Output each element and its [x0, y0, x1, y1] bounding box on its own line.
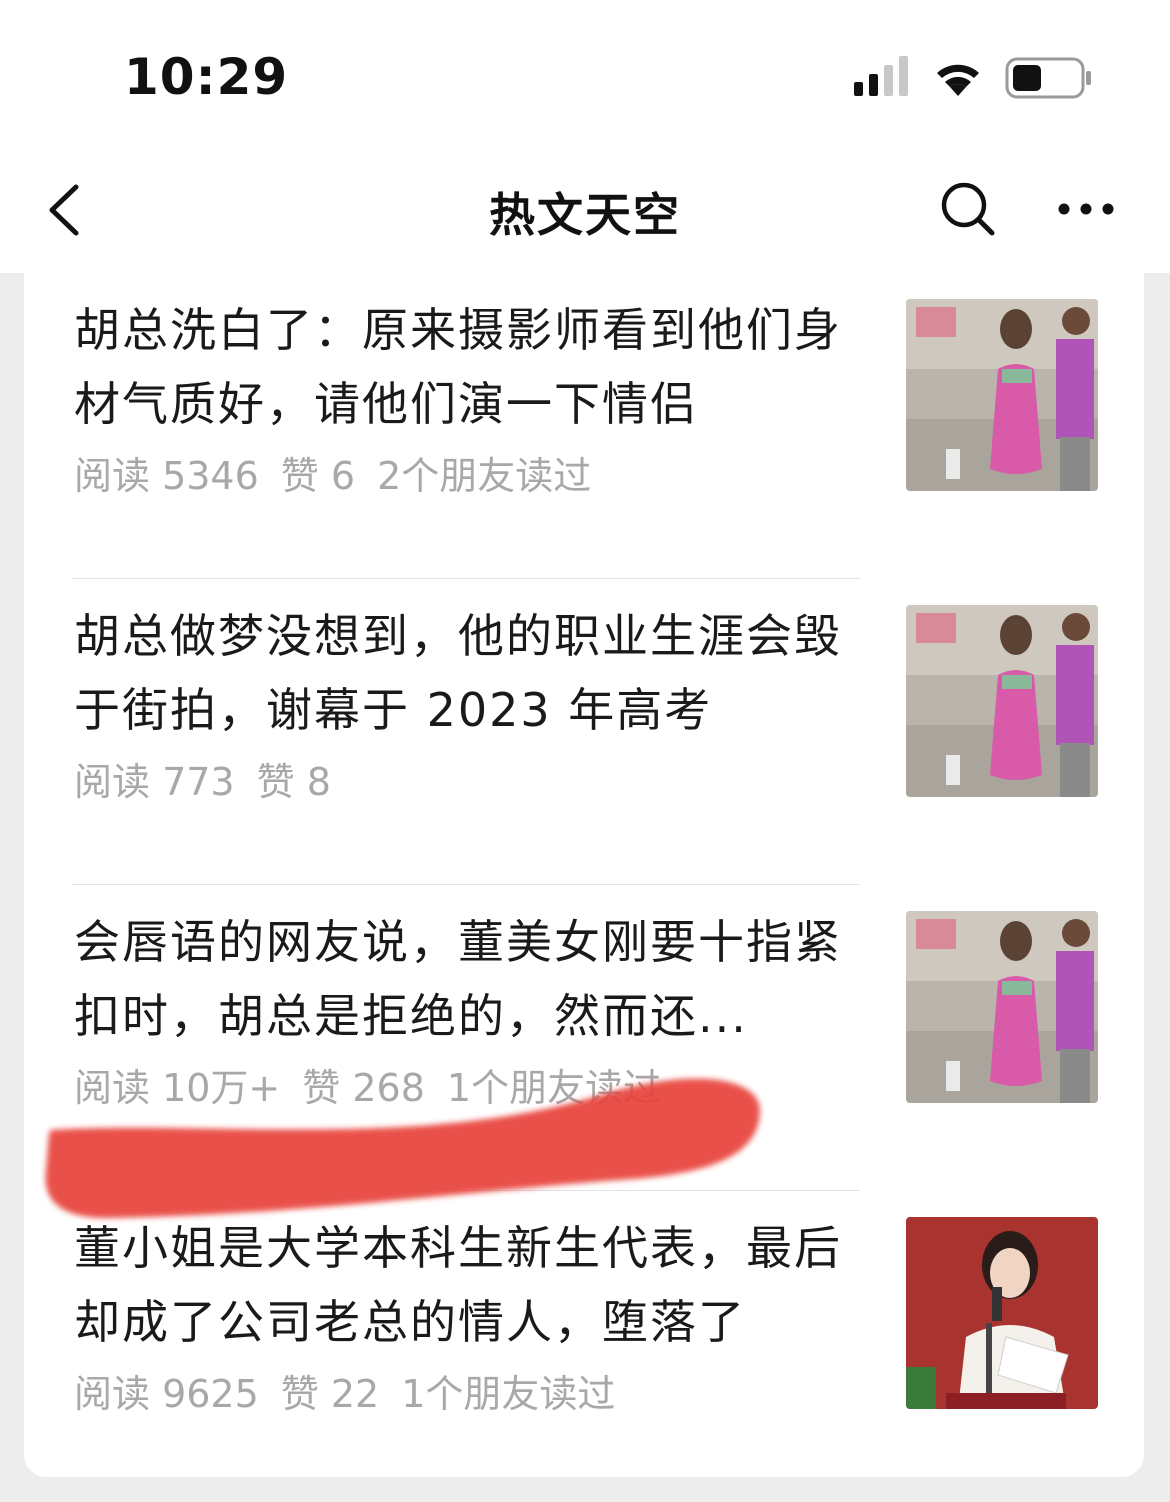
- like-count: 赞 268: [302, 1066, 425, 1110]
- article-meta: 阅读 773 赞 8: [74, 751, 375, 806]
- article-item[interactable]: 会唇语的网友说，董美女刚要十指紧扣时，胡总是拒绝的，然而还... 阅读 10万+…: [24, 885, 1144, 1191]
- status-bar: 10:29: [0, 0, 1170, 145]
- friends-read: 1个朋友读过: [401, 1372, 616, 1416]
- friends-read: 1个朋友读过: [446, 1066, 662, 1110]
- status-icons: [854, 54, 1094, 104]
- read-count: 阅读 9625: [74, 1372, 259, 1416]
- article-meta: 阅读 5346 赞 6 2个朋友读过: [74, 445, 613, 500]
- article-thumbnail: [906, 605, 1098, 797]
- more-button[interactable]: [1052, 189, 1124, 229]
- like-count: 赞 8: [256, 760, 331, 804]
- like-count: 赞 22: [280, 1372, 380, 1416]
- wifi-icon: [937, 64, 979, 96]
- status-time: 10:29: [124, 48, 289, 106]
- article-meta: 阅读 9625 赞 22 1个朋友读过: [74, 1363, 637, 1418]
- like-count: 赞 6: [280, 454, 356, 498]
- article-item[interactable]: 董小姐是大学本科生新生代表，最后却成了公司老总的情人，堕落了 阅读 9625 赞 …: [24, 1191, 1144, 1477]
- article-list: 胡总洗白了：原来摄影师看到他们身材气质好，请他们演一下情侣 阅读 5346 赞 6…: [24, 273, 1144, 1477]
- article-item[interactable]: 胡总做梦没想到，他的职业生涯会毁于街拍，谢幕于 2023 年高考 阅读 773 赞…: [24, 579, 1144, 885]
- read-count: 阅读 10万+: [74, 1066, 281, 1110]
- article-title: 会唇语的网友说，董美女刚要十指紧扣时，胡总是拒绝的，然而还...: [74, 915, 842, 1043]
- article-meta: 阅读 10万+ 赞 268 1个朋友读过: [74, 1057, 683, 1112]
- article-thumbnail: [906, 911, 1098, 1103]
- article-thumbnail: [906, 1217, 1098, 1409]
- article-title: 胡总洗白了：原来摄影师看到他们身材气质好，请他们演一下情侣: [74, 303, 842, 431]
- search-button[interactable]: [936, 177, 1000, 241]
- article-title: 胡总做梦没想到，他的职业生涯会毁于街拍，谢幕于 2023 年高考: [74, 609, 842, 737]
- article-item[interactable]: 胡总洗白了：原来摄影师看到他们身材气质好，请他们演一下情侣 阅读 5346 赞 6…: [24, 273, 1144, 579]
- navigation-bar: 热文天空: [0, 145, 1170, 273]
- battery-icon: [1005, 57, 1091, 99]
- search-icon: [941, 182, 995, 236]
- article-title: 董小姐是大学本科生新生代表，最后却成了公司老总的情人，堕落了: [74, 1221, 842, 1349]
- read-count: 阅读 5346: [74, 454, 259, 498]
- article-thumbnail: [906, 299, 1098, 491]
- friends-read: 2个朋友读过: [377, 454, 592, 498]
- wechat-article-list-screen: 10:29 热文天空 胡总洗白了：原来摄影师看到他们身材气质好，请他们演一下情侣…: [0, 0, 1170, 1502]
- more-dots-icon: [1058, 203, 1114, 215]
- read-count: 阅读 773: [74, 760, 235, 804]
- cellular-signal-icon: [854, 56, 908, 96]
